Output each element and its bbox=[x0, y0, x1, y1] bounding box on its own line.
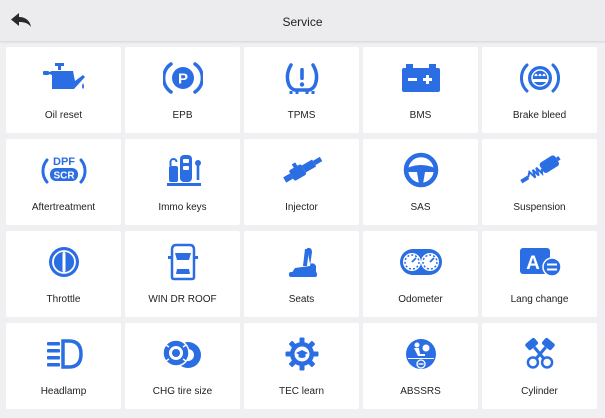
service-function-grid: Oil reset P EPB TPMS BMS Brake bleed DPF… bbox=[6, 47, 605, 409]
brake-disc-icon bbox=[519, 63, 560, 93]
tile-win-dr-roof[interactable]: WIN DR ROOF bbox=[125, 231, 240, 317]
steering-wheel-icon bbox=[403, 152, 438, 188]
svg-text:DPF: DPF bbox=[53, 156, 75, 168]
tile-label: TPMS bbox=[287, 110, 316, 121]
gear-learn-icon bbox=[285, 337, 318, 371]
tile-throttle[interactable]: Throttle bbox=[6, 231, 121, 317]
tile-label: TEC learn bbox=[278, 386, 324, 397]
tire-pressure-warning-icon bbox=[285, 63, 318, 94]
tile-label: EPB bbox=[172, 110, 193, 121]
tile-epb[interactable]: P EPB bbox=[125, 47, 240, 133]
tile-label: Odometer bbox=[398, 294, 443, 305]
tile-label: Seats bbox=[288, 294, 315, 305]
tile-injector[interactable]: Injector bbox=[244, 139, 359, 225]
shock-absorber-icon bbox=[519, 155, 561, 184]
tile-brake-bleed[interactable]: Brake bleed bbox=[482, 47, 597, 133]
tile-label: Brake bleed bbox=[512, 110, 567, 121]
tile-label: Throttle bbox=[46, 294, 81, 305]
fuel-injector-icon bbox=[282, 156, 322, 183]
tile-seats[interactable]: Seats bbox=[244, 231, 359, 317]
tire-size-icon bbox=[161, 339, 201, 368]
tile-label: BMS bbox=[409, 110, 432, 121]
throttle-body-icon bbox=[48, 247, 79, 277]
dpf-scr-icon: DPF SCR bbox=[41, 156, 86, 184]
tile-label: Injector bbox=[285, 202, 318, 213]
tile-odometer[interactable]: Odometer bbox=[363, 231, 478, 317]
tile-label: Headlamp bbox=[40, 386, 87, 397]
tile-abssrs[interactable]: ABSSRS bbox=[363, 323, 478, 409]
tile-cylinder[interactable]: Cylinder bbox=[482, 323, 597, 409]
parking-brake-icon: P bbox=[162, 62, 203, 94]
tile-label: SAS bbox=[410, 202, 431, 213]
cylinder-piston-icon bbox=[524, 337, 555, 369]
svg-text:A: A bbox=[526, 253, 540, 274]
tile-label: Aftertreatment bbox=[31, 202, 96, 213]
tile-label: WIN DR ROOF bbox=[148, 294, 217, 305]
immobilizer-key-icon bbox=[166, 155, 201, 186]
tile-label: Immo keys bbox=[158, 202, 207, 213]
car-top-view-icon bbox=[167, 243, 198, 281]
instrument-cluster-icon bbox=[399, 249, 442, 275]
car-seat-icon bbox=[288, 247, 317, 277]
headlamp-icon bbox=[46, 339, 83, 369]
page-title: Service bbox=[282, 15, 323, 29]
language-change-icon: A bbox=[519, 248, 562, 277]
tile-bms[interactable]: BMS bbox=[363, 47, 478, 133]
tile-suspension[interactable]: Suspension bbox=[482, 139, 597, 225]
tile-label: Oil reset bbox=[44, 110, 83, 121]
tile-tpms[interactable]: TPMS bbox=[244, 47, 359, 133]
tile-label: CHG tire size bbox=[152, 386, 213, 397]
tile-label: Suspension bbox=[513, 202, 566, 213]
top-bar: Service bbox=[0, 0, 605, 42]
tile-label: Lang change bbox=[510, 294, 569, 305]
tile-chg-tire-size[interactable]: CHG tire size bbox=[125, 323, 240, 409]
tile-headlamp[interactable]: Headlamp bbox=[6, 323, 121, 409]
svg-text:SCR: SCR bbox=[53, 171, 75, 182]
battery-icon bbox=[401, 64, 440, 92]
oil-can-icon bbox=[42, 63, 85, 89]
tile-sas[interactable]: SAS bbox=[363, 139, 478, 225]
tile-lang-change[interactable]: A Lang change bbox=[482, 231, 597, 317]
tile-label: Cylinder bbox=[521, 386, 558, 397]
tile-oil-reset[interactable]: Oil reset bbox=[6, 47, 121, 133]
abs-srs-icon bbox=[405, 339, 436, 369]
svg-text:P: P bbox=[177, 71, 187, 88]
tile-tec-learn[interactable]: TEC learn bbox=[244, 323, 359, 409]
tile-label: ABSSRS bbox=[400, 386, 441, 397]
tile-immo-keys[interactable]: Immo keys bbox=[125, 139, 240, 225]
tile-aftertreatment[interactable]: DPF SCR Aftertreatment bbox=[6, 139, 121, 225]
